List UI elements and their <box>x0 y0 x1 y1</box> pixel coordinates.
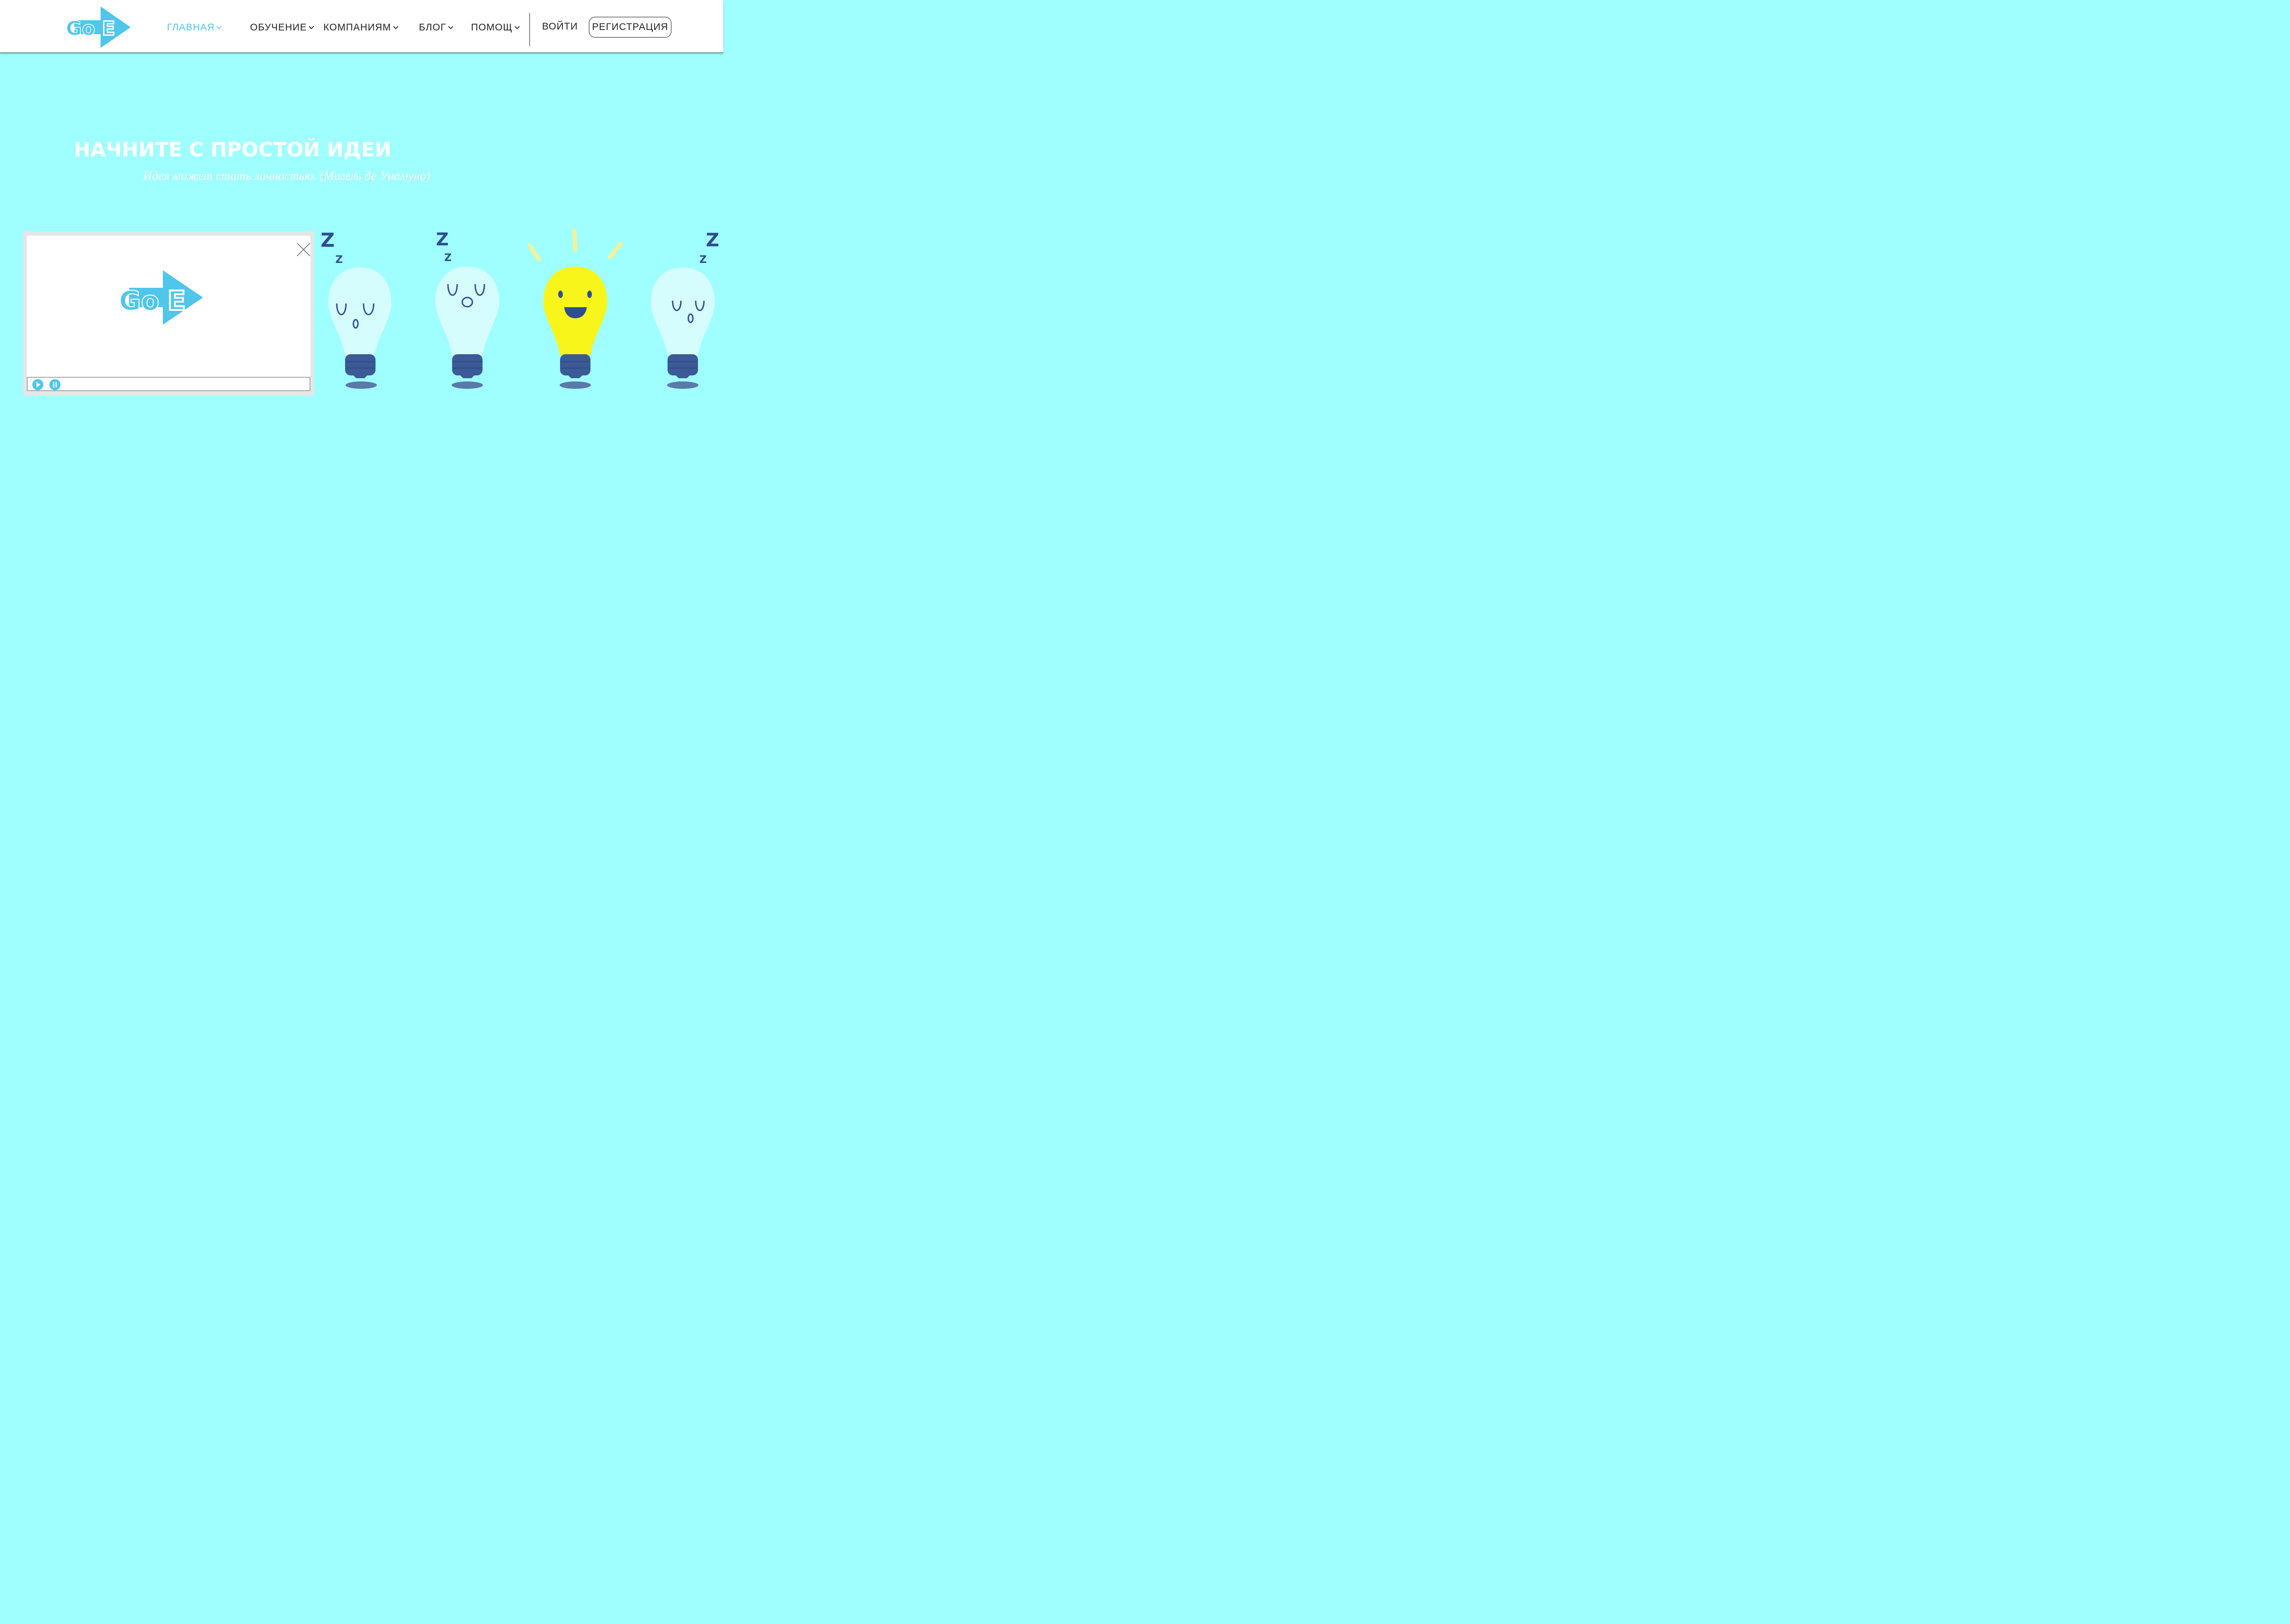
lightbulbs-illustration: Z Z Z Z Z Z <box>321 228 719 389</box>
nav-item-help[interactable]: ПОМОЩ <box>471 21 520 34</box>
pause-icon[interactable] <box>49 379 61 391</box>
sleep-z-icon: Z <box>436 229 449 250</box>
svg-text:Go: Go <box>66 17 95 40</box>
video-screen[interactable]: Go E <box>27 236 310 377</box>
video-controls-bar <box>27 377 310 391</box>
svg-text:E: E <box>102 17 115 40</box>
sleep-z-icon: Z <box>706 230 719 251</box>
top-navigation-bar: Go E ГЛАВНАЯ ОБУЧЕНИЕ КОМПАНИЯМ БЛОГ ПОМ… <box>0 0 723 53</box>
goe-arrow-logo-icon: Go E <box>66 6 131 48</box>
svg-text:Go: Go <box>119 285 159 316</box>
nav-item-companies[interactable]: КОМПАНИЯМ <box>323 21 399 34</box>
sleeping-bulb-icon: Z Z <box>435 229 500 389</box>
nav-item-label: ПОМОЩ <box>471 22 513 33</box>
nav-item-label: БЛОГ <box>419 22 447 33</box>
nav-item-label: КОМПАНИЯМ <box>323 22 391 33</box>
login-link[interactable]: ВОЙТИ <box>542 21 578 32</box>
nav-item-label: ГЛАВНАЯ <box>167 22 215 33</box>
awake-bulb-icon <box>527 228 623 389</box>
sleep-z-icon: Z <box>321 229 334 251</box>
hero-quote: Идея может стать личностью. (Мигель де У… <box>143 169 430 183</box>
sleep-z-icon: Z <box>444 252 452 264</box>
nav-item-education[interactable]: ОБУЧЕНИЕ <box>250 21 315 34</box>
chevron-down-icon <box>514 26 520 30</box>
sleeping-bulb-icon: Z Z <box>321 229 392 389</box>
video-logo: Go E <box>119 270 203 325</box>
svg-text:E: E <box>167 285 186 316</box>
close-icon[interactable] <box>296 242 311 257</box>
nav-divider <box>529 13 530 46</box>
sleeping-bulb-icon: Z Z <box>650 230 719 389</box>
nav-item-home[interactable]: ГЛАВНАЯ <box>167 21 222 34</box>
sleep-z-icon: Z <box>335 254 343 266</box>
chevron-down-icon <box>393 26 399 30</box>
nav-item-label: ОБУЧЕНИЕ <box>250 22 307 33</box>
chevron-down-icon <box>309 26 314 30</box>
sleep-z-icon: Z <box>699 254 707 266</box>
nav-item-blog[interactable]: БЛОГ <box>419 21 454 34</box>
video-player: Go E <box>23 231 314 396</box>
chevron-down-icon <box>448 26 453 30</box>
play-icon[interactable] <box>32 379 44 391</box>
goe-logo[interactable]: Go E <box>66 6 131 50</box>
register-button[interactable]: РЕГИСТРАЦИЯ <box>589 17 672 38</box>
chevron-down-icon <box>216 26 222 30</box>
hero-title: НАЧНИТЕ С ПРОСТОЙ ИДЕИ <box>74 138 392 161</box>
